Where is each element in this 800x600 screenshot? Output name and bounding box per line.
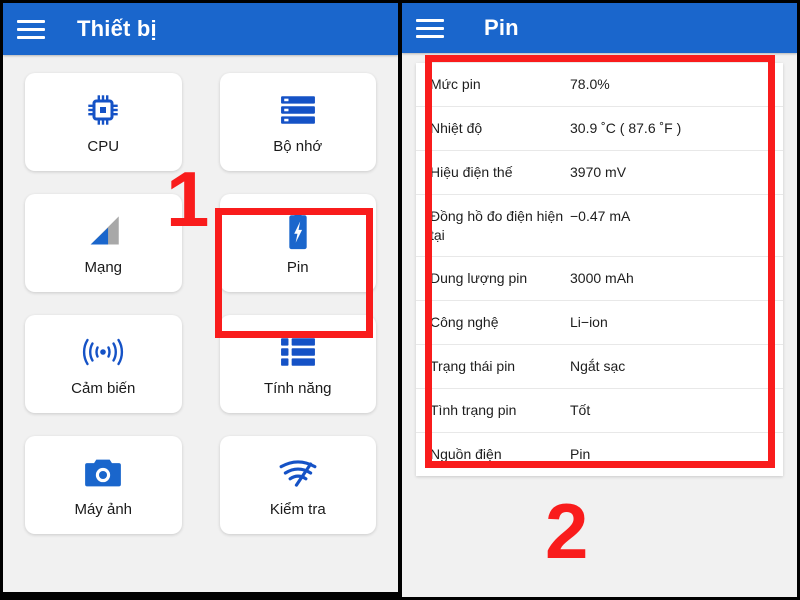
row-key: Nhiệt độ — [430, 119, 483, 136]
hamburger-menu-icon[interactable] — [416, 18, 462, 38]
row-value: Ngắt sạc — [570, 358, 626, 375]
table-row: Dung lượng pin 3000 mAh — [416, 257, 783, 302]
row-value: −0.47 mA — [570, 207, 631, 224]
camera-icon — [84, 452, 122, 494]
table-row: Nguồn điện Pin — [416, 433, 783, 476]
row-value: Pin — [570, 446, 591, 463]
tile-camera[interactable]: Máy ảnh — [25, 436, 182, 534]
battery-info-table: Mức pin 78.0% Nhiệt độ 30.9 ˚C ( 87.6 ˚F… — [416, 63, 783, 476]
table-row: Đồng hồ đo điện hiện tại −0.47 mA — [416, 195, 783, 258]
tile-label: Máy ảnh — [74, 501, 133, 518]
wifi-speed-test-icon — [278, 452, 318, 494]
row-value: Tốt — [570, 402, 591, 419]
page-title: Pin — [484, 15, 519, 40]
table-row: Nhiệt độ 30.9 ˚C ( 87.6 ˚F ) — [416, 107, 783, 151]
device-list-panel: Thiết bị CPU Bộ nhớ Mạng Pin Cảm biến Tí… — [0, 0, 398, 600]
tile-battery[interactable]: Pin — [219, 194, 376, 292]
tile-label: Mạng — [84, 259, 123, 276]
battery-detail-panel: Pin Mức pin 78.0% Nhiệt độ 30.9 ˚C ( 87.… — [402, 0, 800, 600]
tile-label: Tính năng — [263, 380, 332, 397]
table-row: Trạng thái pin Ngắt sạc — [416, 345, 783, 390]
row-key: Dung lượng pin — [430, 270, 528, 287]
row-key: Mức pin — [430, 76, 481, 92]
annotation-number-1: 1 — [166, 155, 210, 243]
left-appbar: Thiết bị — [3, 3, 398, 55]
tile-label: Cảm biến — [71, 380, 136, 397]
row-value: 3970 mV — [570, 163, 627, 180]
table-row: Tình trạng pin Tốt — [416, 389, 783, 434]
right-appbar: Pin — [402, 3, 797, 53]
row-key: Hiệu điện thế — [430, 163, 513, 180]
tile-cpu[interactable]: CPU — [25, 73, 182, 171]
screenshot-stage: Thiết bị CPU Bộ nhớ Mạng Pin Cảm biến Tí… — [0, 0, 800, 600]
row-key: Đồng hồ đo điện hiện tại — [430, 207, 564, 243]
tile-memory[interactable]: Bộ nhớ — [219, 73, 376, 171]
tile-label: Kiểm tra — [269, 501, 326, 518]
tile-sensor[interactable]: Cảm biến — [25, 315, 182, 413]
row-value: 3000 mAh — [570, 270, 634, 287]
sensor-waves-icon — [82, 331, 124, 373]
table-row: Mức pin 78.0% — [416, 63, 783, 107]
hamburger-menu-icon[interactable] — [17, 19, 63, 39]
feature-list-icon — [280, 331, 316, 373]
annotation-number-2: 2 — [545, 487, 589, 575]
tile-label: Bộ nhớ — [273, 138, 323, 155]
row-value: 78.0% — [570, 76, 610, 92]
panel-divider — [398, 0, 402, 600]
page-title: Thiết bị — [77, 16, 157, 41]
left-panel-bottom-edge — [0, 592, 398, 600]
row-key: Nguồn điện — [430, 446, 502, 463]
network-signal-icon — [85, 210, 121, 252]
row-value: 30.9 ˚C ( 87.6 ˚F ) — [570, 119, 682, 136]
tile-label: CPU — [87, 138, 120, 155]
row-value: Li−ion — [570, 314, 608, 331]
battery-charging-icon — [287, 210, 309, 252]
table-row: Công nghệ Li−ion — [416, 301, 783, 346]
tile-label: Pin — [286, 259, 309, 276]
cpu-chip-icon — [85, 89, 121, 131]
row-key: Tình trạng pin — [430, 402, 517, 419]
tile-network[interactable]: Mạng — [25, 194, 182, 292]
tile-test[interactable]: Kiểm tra — [219, 436, 376, 534]
device-tile-grid: CPU Bộ nhớ Mạng Pin Cảm biến Tính năng M… — [3, 55, 398, 534]
memory-storage-icon — [280, 89, 316, 131]
row-key: Trạng thái pin — [430, 358, 516, 375]
tile-features[interactable]: Tính năng — [219, 315, 376, 413]
row-key: Công nghệ — [430, 314, 499, 331]
table-row: Hiệu điện thế 3970 mV — [416, 151, 783, 195]
